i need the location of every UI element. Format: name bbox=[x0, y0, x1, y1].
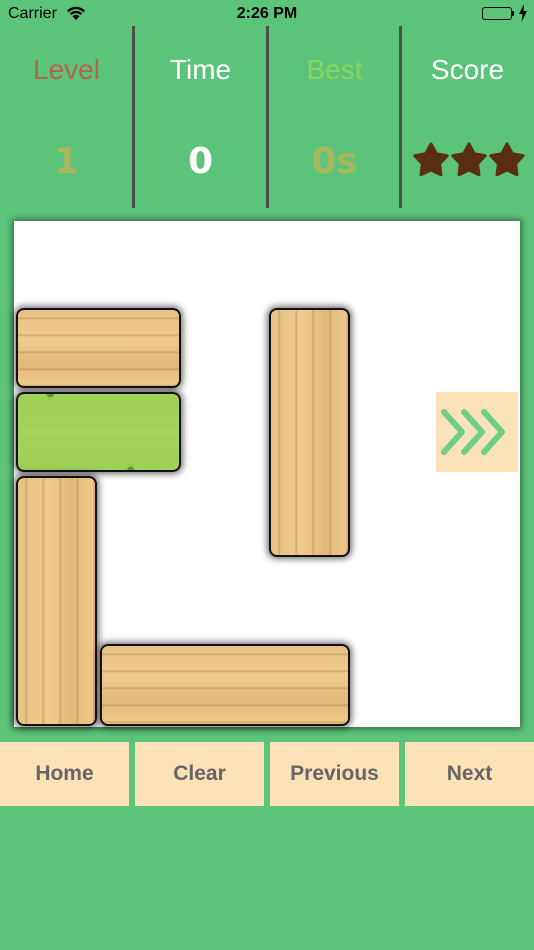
next-button[interactable]: Next bbox=[405, 742, 534, 806]
stat-divider bbox=[266, 26, 269, 208]
time-value: 0 bbox=[187, 141, 214, 182]
stat-divider bbox=[399, 26, 402, 208]
time-label: Time bbox=[169, 54, 232, 85]
battery-tip bbox=[512, 11, 514, 16]
wood-block-vertical[interactable] bbox=[269, 308, 350, 557]
charging-bolt-icon bbox=[519, 4, 527, 22]
previous-button[interactable]: Previous bbox=[270, 742, 399, 806]
status-bar: Carrier 2:26 PM bbox=[0, 0, 534, 28]
best-label: Best bbox=[306, 54, 363, 85]
best-stat: Best 0s bbox=[268, 26, 401, 208]
score-stat: Score bbox=[401, 26, 534, 208]
star-icon bbox=[451, 142, 487, 177]
level-label: Level bbox=[33, 54, 100, 85]
battery-icon bbox=[482, 7, 512, 20]
triple-chevron-right-icon bbox=[441, 409, 505, 455]
stat-divider bbox=[132, 26, 135, 208]
wood-block-horizontal[interactable] bbox=[100, 644, 350, 726]
score-stars bbox=[413, 142, 525, 178]
wood-block-vertical[interactable] bbox=[16, 476, 97, 726]
home-button[interactable]: Home bbox=[0, 742, 129, 806]
star-icon bbox=[489, 142, 525, 177]
clear-button[interactable]: Clear bbox=[135, 742, 264, 806]
status-time: 2:26 PM bbox=[236, 5, 298, 22]
exit-marker bbox=[436, 392, 518, 472]
score-label: Score bbox=[430, 54, 505, 85]
best-value: 0s bbox=[311, 141, 358, 182]
grass-target-block[interactable] bbox=[16, 392, 181, 472]
star-icon bbox=[413, 142, 449, 177]
wood-block-horizontal[interactable] bbox=[16, 308, 181, 388]
time-stat: Time 0 bbox=[134, 26, 267, 208]
level-value: 1 bbox=[53, 141, 80, 182]
level-stat: Level 1 bbox=[0, 26, 133, 208]
